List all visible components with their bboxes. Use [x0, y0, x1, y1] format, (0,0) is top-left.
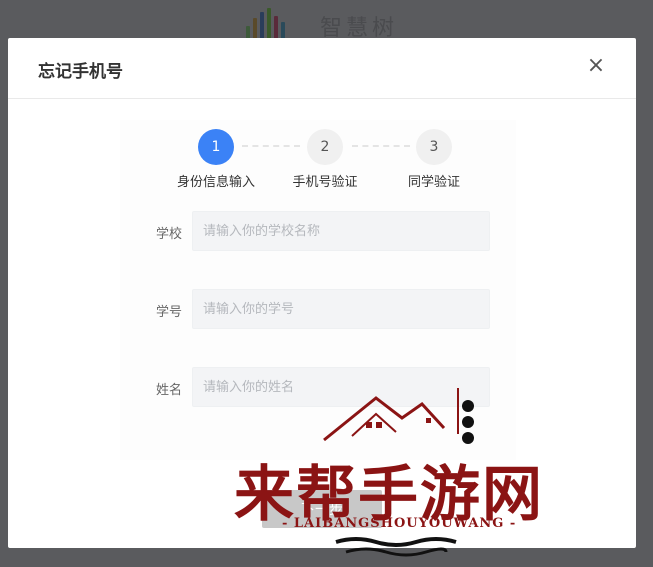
name-label: 姓名 [155, 383, 182, 398]
brand-logo-bars [246, 6, 285, 40]
student-id-input[interactable] [192, 289, 490, 329]
step-2: 2 手机号验证 [275, 129, 375, 190]
logo-bar [267, 8, 271, 40]
watermark-wave-icon [335, 537, 457, 557]
watermark-house-icon [323, 388, 474, 444]
watermark: 来帮手游网 - LAIBANGSHOUYOUWANG - [226, 384, 576, 564]
watermark-subtext: - LAIBANGSHOUYOUWANG - [282, 516, 517, 531]
step-2-number: 2 [307, 129, 343, 165]
logo-bar [253, 18, 257, 40]
dialog-header: 忘记手机号 × [8, 38, 636, 99]
step-3: 3 同学验证 [384, 129, 484, 190]
logo-bar [260, 12, 264, 40]
school-label: 学校 [155, 227, 182, 242]
logo-bar [274, 16, 278, 40]
step-3-label: 同学验证 [407, 175, 460, 190]
step-2-label: 手机号验证 [292, 175, 358, 190]
dialog-title: 忘记手机号 [38, 62, 123, 82]
student-id-label: 学号 [155, 305, 182, 320]
step-1: 1 身份信息输入 [166, 129, 266, 190]
step-1-label: 身份信息输入 [176, 175, 255, 190]
close-icon[interactable]: × [586, 54, 606, 78]
school-input[interactable] [192, 211, 490, 251]
step-3-number: 3 [416, 129, 452, 165]
step-1-number: 1 [198, 129, 234, 165]
